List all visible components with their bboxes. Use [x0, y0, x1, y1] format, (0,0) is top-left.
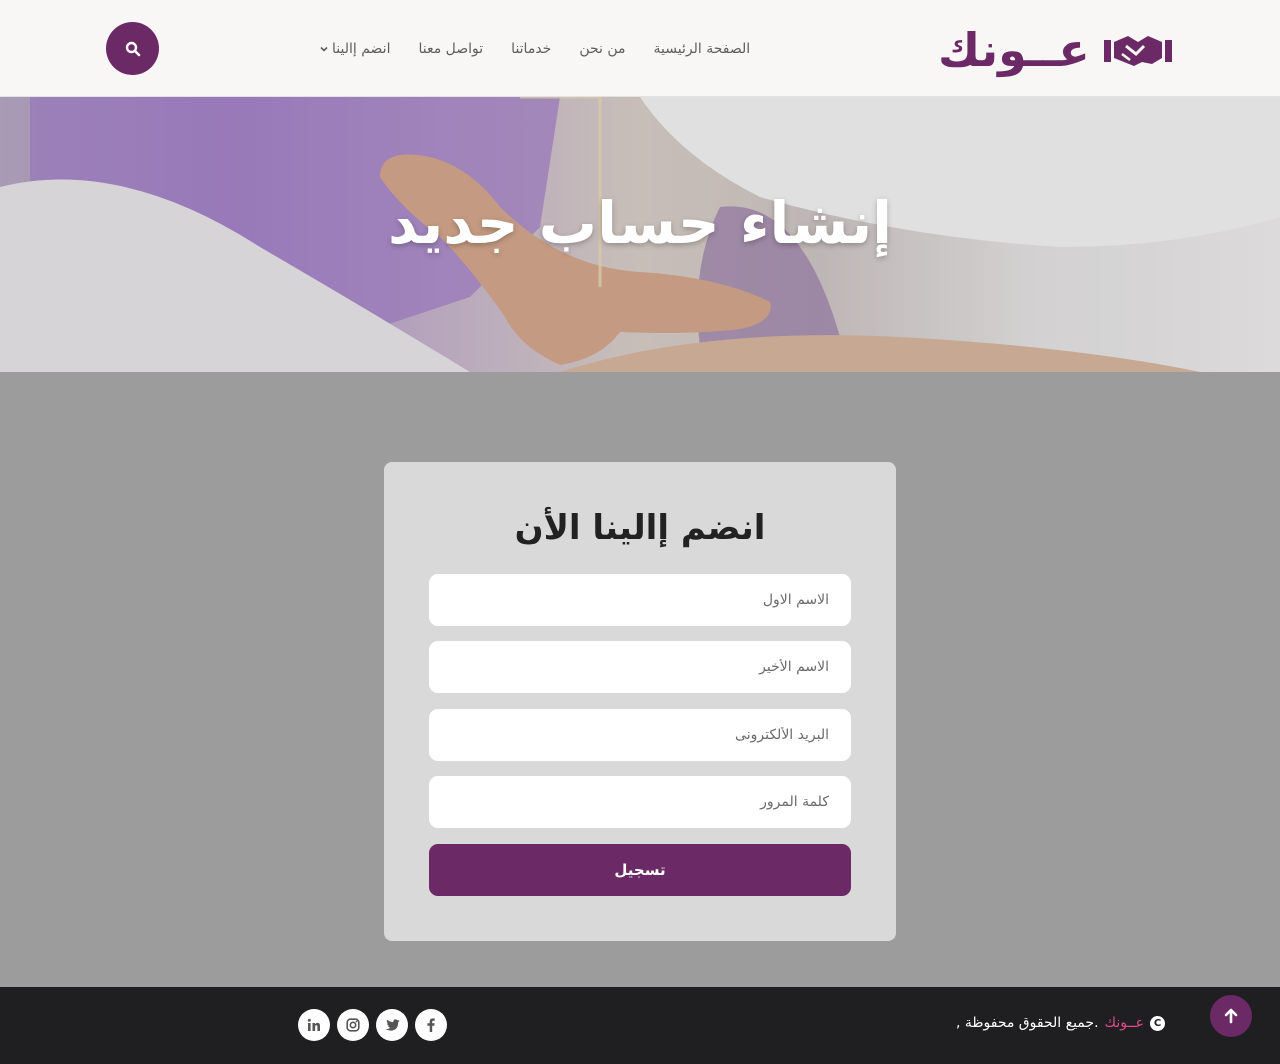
social-links	[298, 1009, 447, 1041]
nav-contact-us[interactable]: تواصل معنا	[418, 41, 483, 57]
scroll-to-top-button[interactable]	[1210, 995, 1252, 1037]
nav-join-us-label: انضم إالينا	[332, 41, 391, 57]
password-field[interactable]	[429, 776, 851, 828]
facebook-link[interactable]	[415, 1009, 447, 1041]
main-nav: انضم إالينا تواصل معنا خدماتنا من نحن ال…	[320, 38, 750, 60]
site-header: انضم إالينا تواصل معنا خدماتنا من نحن ال…	[0, 0, 1280, 97]
facebook-icon	[427, 1018, 435, 1032]
handshake-icon	[1103, 36, 1172, 66]
site-logo[interactable]: عــونك	[938, 22, 1178, 78]
arrow-up-icon	[1224, 1008, 1238, 1024]
instagram-link[interactable]	[337, 1009, 369, 1041]
signup-card-title: انضم إالينا الأن	[514, 508, 766, 548]
signup-card: انضم إالينا الأن تسجيل	[384, 462, 896, 941]
twitter-link[interactable]	[376, 1009, 408, 1041]
page-title: إنشاء حساب جديد	[388, 189, 892, 257]
copyright-rights-text: , جميع الحقوق محفوظة.	[955, 1015, 1099, 1031]
instagram-icon	[346, 1018, 360, 1032]
site-footer: , جميع الحقوق محفوظة. عــونك C	[0, 987, 1280, 1064]
nav-about-us[interactable]: من نحن	[579, 41, 625, 57]
first-name-field[interactable]	[429, 574, 851, 626]
chevron-down-icon	[320, 46, 328, 52]
hero-banner: إنشاء حساب جديد	[0, 97, 1280, 372]
nav-home[interactable]: الصفحة الرئيسية	[654, 41, 751, 57]
linkedin-icon	[307, 1018, 320, 1031]
linkedin-link[interactable]	[298, 1009, 330, 1041]
copyright-notice: , جميع الحقوق محفوظة. عــونك C	[900, 1015, 1165, 1031]
search-icon	[125, 41, 140, 56]
twitter-icon	[385, 1018, 399, 1031]
copyright-icon: C	[1150, 1015, 1165, 1031]
search-button[interactable]	[106, 22, 159, 75]
copyright-brand[interactable]: عــونك	[1105, 1015, 1144, 1031]
register-button[interactable]: تسجيل	[429, 844, 851, 896]
logo-text: عــونك	[938, 23, 1090, 77]
email-field[interactable]	[429, 709, 851, 761]
nav-services[interactable]: خدماتنا	[511, 41, 551, 57]
last-name-field[interactable]	[429, 641, 851, 693]
nav-join-us[interactable]: انضم إالينا	[320, 41, 390, 57]
